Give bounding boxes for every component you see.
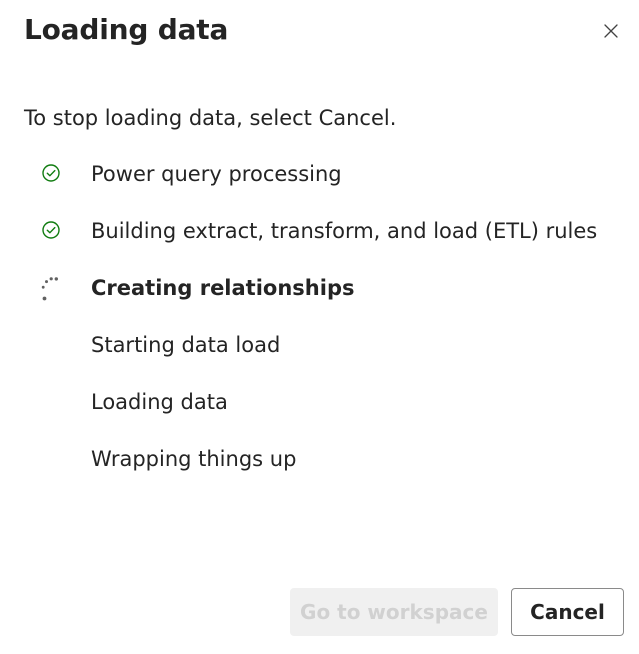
step-label: Wrapping things up [91, 447, 297, 471]
step-label: Loading data [91, 390, 228, 414]
loading-data-dialog: Loading data To stop loading data, selec… [0, 0, 639, 654]
cancel-button[interactable]: Cancel [511, 588, 624, 636]
step-wrapping-things-up: Wrapping things up [0, 445, 639, 475]
step-power-query-processing: Power query processing [0, 160, 639, 190]
dialog-footer: Go to workspace Cancel [0, 588, 639, 638]
step-building-etl-rules: Building extract, transform, and load (E… [0, 217, 639, 247]
check-circle-icon [40, 219, 62, 241]
step-creating-relationships: Creating relationships [0, 274, 639, 304]
step-label: Creating relationships [91, 276, 355, 300]
step-label: Building extract, transform, and load (E… [91, 219, 598, 243]
check-circle-icon [40, 162, 62, 184]
step-starting-data-load: Starting data load [0, 331, 639, 361]
step-label: Power query processing [91, 162, 342, 186]
close-icon [603, 23, 619, 43]
spinner-icon [40, 274, 62, 301]
dialog-title: Loading data [24, 13, 229, 46]
close-button[interactable] [600, 22, 622, 44]
step-loading-data: Loading data [0, 388, 639, 418]
dialog-instruction: To stop loading data, select Cancel. [24, 106, 397, 130]
go-to-workspace-button[interactable]: Go to workspace [290, 588, 498, 636]
step-label: Starting data load [91, 333, 281, 357]
